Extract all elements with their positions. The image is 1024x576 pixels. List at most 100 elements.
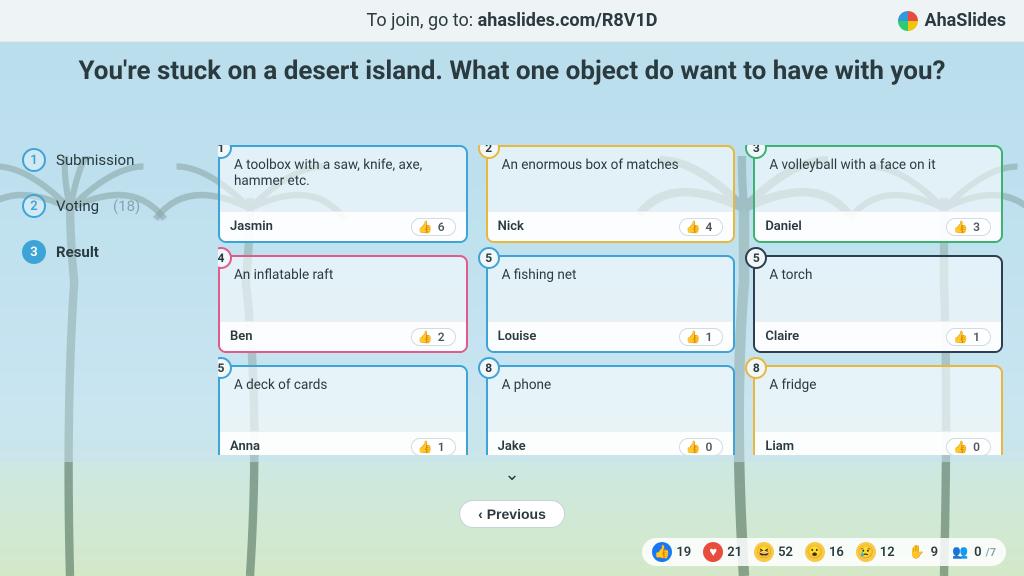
answer-author: Ben [230, 329, 253, 344]
step-list: 1 Submission 2 Voting (18) 3 Result [22, 148, 202, 286]
answer-card[interactable]: 8A phoneJake👍0 [486, 365, 736, 455]
reaction-sad[interactable]: 😢12 [856, 542, 895, 562]
vote-count: 2 [438, 330, 445, 344]
thumb-icon: 👍 [418, 330, 433, 344]
reaction-count: 16 [829, 545, 844, 560]
thumb-icon: 👍 [686, 330, 701, 344]
step-submission[interactable]: 1 Submission [22, 148, 202, 172]
vote-count: 0 [705, 440, 712, 454]
answer-card[interactable]: 5A torchClaire👍1 [753, 255, 1003, 353]
reaction-hand[interactable]: ✋9 [907, 542, 938, 562]
people-icon: 👥 [950, 542, 970, 562]
step-number: 2 [22, 194, 46, 218]
answer-text: A fishing net [488, 257, 734, 321]
step-voting[interactable]: 2 Voting (18) [22, 194, 202, 218]
brand-name: AhaSlides [924, 10, 1006, 31]
reaction-count: 9 [931, 545, 938, 560]
answer-footer: Claire 👍1 [755, 321, 1001, 351]
reaction-count: 21 [727, 545, 742, 560]
participants-total: /7 [986, 546, 996, 559]
answer-card[interactable]: 2An enormous box of matchesNick👍4 [486, 145, 736, 243]
answer-footer: Liam 👍0 [755, 431, 1001, 455]
join-code: ahaslides.com/R8V1D [478, 10, 658, 31]
join-text: To join, go to: ahaslides.com/R8V1D [366, 10, 657, 31]
hand-icon: ✋ [907, 542, 927, 562]
answer-author: Jake [498, 439, 526, 454]
answer-card[interactable]: 5A fishing netLouise👍1 [486, 255, 736, 353]
previous-button[interactable]: ‹ Previous [459, 500, 565, 528]
answer-text: An enormous box of matches [488, 147, 734, 211]
answer-card[interactable]: 8A fridgeLiam👍0 [753, 365, 1003, 455]
step-number: 3 [22, 240, 46, 264]
thumb-icon: 👍 [953, 220, 968, 234]
answer-text: A toolbox with a saw, knife, axe, hammer… [220, 147, 466, 211]
reaction-like[interactable]: 👍19 [652, 542, 691, 562]
vote-count: 4 [705, 220, 712, 234]
answer-card[interactable]: 5A deck of cardsAnna👍1 [218, 365, 468, 455]
vote-pill[interactable]: 👍3 [946, 218, 991, 236]
vote-pill[interactable]: 👍1 [679, 328, 724, 346]
answer-text: An inflatable raft [220, 257, 466, 321]
vote-pill[interactable]: 👍1 [411, 438, 456, 456]
answer-footer: Anna👍1 [220, 431, 466, 455]
vote-pill[interactable]: 👍0 [946, 438, 991, 456]
thumb-icon: 👍 [953, 440, 968, 454]
vote-pill[interactable]: 👍1 [946, 328, 991, 346]
step-number: 1 [22, 148, 46, 172]
thumb-icon: 👍 [418, 220, 433, 234]
step-label: Submission [56, 151, 134, 169]
step-label: Result [56, 243, 99, 261]
rank-badge: 5 [478, 247, 500, 269]
answer-text: A deck of cards [220, 367, 466, 431]
top-bar: To join, go to: ahaslides.com/R8V1D AhaS… [0, 0, 1024, 42]
answer-card[interactable]: 1A toolbox with a saw, knife, axe, hamme… [218, 145, 468, 243]
answer-footer: Louise👍1 [488, 321, 734, 351]
answer-text: A fridge [755, 367, 1001, 431]
answer-grid: 1 A toolbox with a saw, knife, axe, hamme… [218, 145, 1003, 455]
answer-card[interactable]: 4An inflatable raftBen👍2 [218, 255, 468, 353]
step-count: (18) [113, 197, 140, 215]
vote-count: 3 [973, 220, 980, 234]
answer-author: Liam [765, 439, 794, 454]
answer-card[interactable]: 3 A volleyball with a face on it Daniel 👍3 [753, 145, 1003, 243]
answer-footer: Jake👍0 [488, 431, 734, 455]
vote-pill[interactable]: 👍6 [411, 218, 456, 236]
brand-logo-icon [898, 11, 918, 31]
answer-author: Jasmin [230, 219, 273, 234]
vote-count: 6 [438, 220, 445, 234]
participants: 👥0/7 [950, 542, 996, 562]
reaction-wow[interactable]: 😮16 [805, 542, 844, 562]
step-result[interactable]: 3 Result [22, 240, 202, 264]
answer-footer: Daniel👍3 [755, 211, 1001, 241]
reaction-bar: 👍19 ♥21 😆52 😮16 😢12 ✋9 👥0/7 [642, 538, 1006, 566]
chevron-left-icon: ‹ [478, 506, 487, 522]
vote-pill[interactable]: 👍0 [679, 438, 724, 456]
reaction-count: 19 [676, 545, 691, 560]
reaction-count: 52 [778, 545, 793, 560]
vote-pill[interactable]: 👍2 [411, 328, 456, 346]
answer-author: Daniel [765, 219, 801, 234]
thumb-icon: 👍 [418, 440, 433, 454]
vote-count: 1 [973, 330, 980, 344]
vote-count: 1 [705, 330, 712, 344]
vote-pill[interactable]: 👍4 [679, 218, 724, 236]
reaction-laugh[interactable]: 😆 52 [754, 542, 793, 562]
answer-text: A volleyball with a face on it [755, 147, 1001, 211]
rank-badge: 8 [478, 357, 500, 379]
answer-footer: Ben👍2 [220, 321, 466, 351]
thumb-icon: 👍 [686, 440, 701, 454]
answer-author: Anna [230, 439, 260, 454]
answer-author: Claire [765, 329, 799, 344]
laugh-icon: 😆 [754, 542, 774, 562]
previous-label: Previous [487, 506, 546, 522]
expand-icon[interactable]: ⌄ [504, 464, 519, 485]
brand: AhaSlides [898, 10, 1006, 31]
question-title: You're stuck on a desert island. What on… [0, 55, 1024, 88]
answer-author: Nick [498, 219, 524, 234]
answer-footer: Jasmin👍6 [220, 211, 466, 241]
answer-text: A phone [488, 367, 734, 431]
vote-count: 1 [438, 440, 445, 454]
answer-footer: Nick👍4 [488, 211, 734, 241]
thumb-icon: 👍 [686, 220, 701, 234]
reaction-love[interactable]: ♥21 [703, 542, 742, 562]
